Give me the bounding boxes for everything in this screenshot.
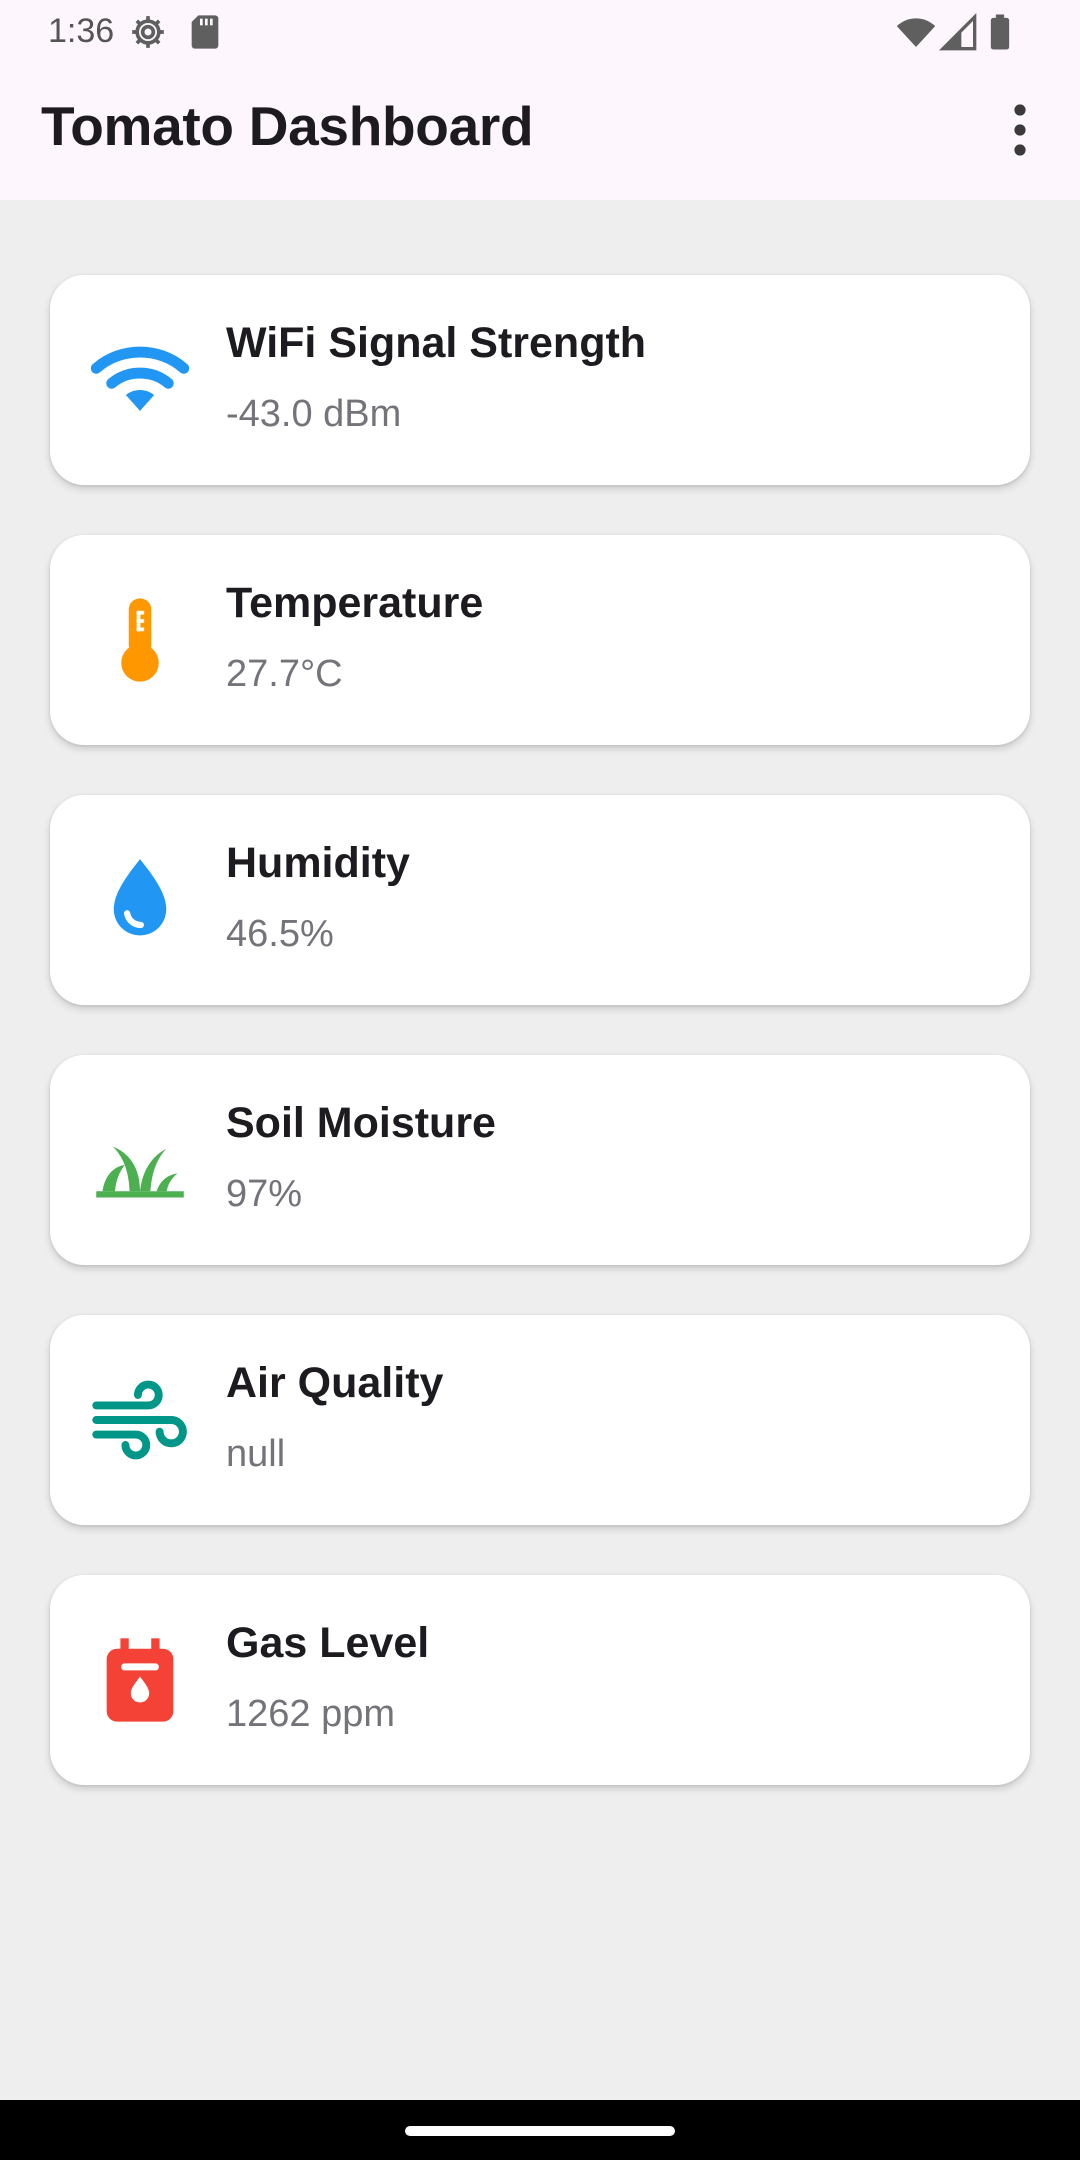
top-app-area: 1:36 Tomato Dashboard	[0, 0, 1080, 200]
wifi-icon	[896, 18, 936, 47]
card-soil-moisture[interactable]: Soil Moisture 97%	[50, 1055, 1030, 1265]
navigation-bar	[0, 2100, 1080, 2160]
page-title: Tomato Dashboard	[41, 95, 534, 157]
card-value: 46.5%	[226, 913, 334, 955]
grass-icon	[96, 1146, 184, 1198]
status-time: 1:36	[48, 12, 115, 50]
home-gesture-handle[interactable]	[405, 2126, 675, 2136]
thermometer-icon	[121, 598, 159, 682]
card-title: WiFi Signal Strength	[226, 319, 647, 367]
battery-icon	[990, 14, 1010, 50]
wifi-icon	[90, 346, 190, 411]
card-title: Temperature	[226, 579, 484, 627]
more-vertical-icon[interactable]	[996, 100, 1044, 160]
card-value: 1262 ppm	[226, 1693, 396, 1735]
card-title: Gas Level	[226, 1619, 430, 1667]
air-icon	[92, 1380, 187, 1460]
water-drop-icon	[113, 859, 167, 936]
card-humidity[interactable]: Humidity 46.5%	[50, 795, 1030, 1005]
card-value: 27.7°C	[226, 653, 343, 695]
card-title: Air Quality	[226, 1359, 444, 1407]
card-title: Humidity	[226, 839, 410, 887]
card-value: -43.0 dBm	[226, 393, 402, 435]
gear-icon	[132, 16, 164, 48]
gas-meter-icon	[106, 1638, 174, 1722]
sd-card-icon	[191, 15, 219, 49]
card-title: Soil Moisture	[226, 1099, 496, 1147]
card-wifi-signal[interactable]: WiFi Signal Strength -43.0 dBm	[50, 275, 1030, 485]
card-gas-level[interactable]: Gas Level 1262 ppm	[50, 1575, 1030, 1785]
card-air-quality[interactable]: Air Quality null	[50, 1315, 1030, 1525]
card-value: 97%	[226, 1173, 303, 1215]
status-bar: 1:36	[0, 0, 1080, 62]
sensor-card-list: WiFi Signal Strength -43.0 dBm Temperatu…	[50, 275, 1030, 1835]
card-temperature[interactable]: Temperature 27.7°C	[50, 535, 1030, 745]
card-value: null	[226, 1433, 286, 1475]
cell-signal-icon	[938, 12, 977, 51]
